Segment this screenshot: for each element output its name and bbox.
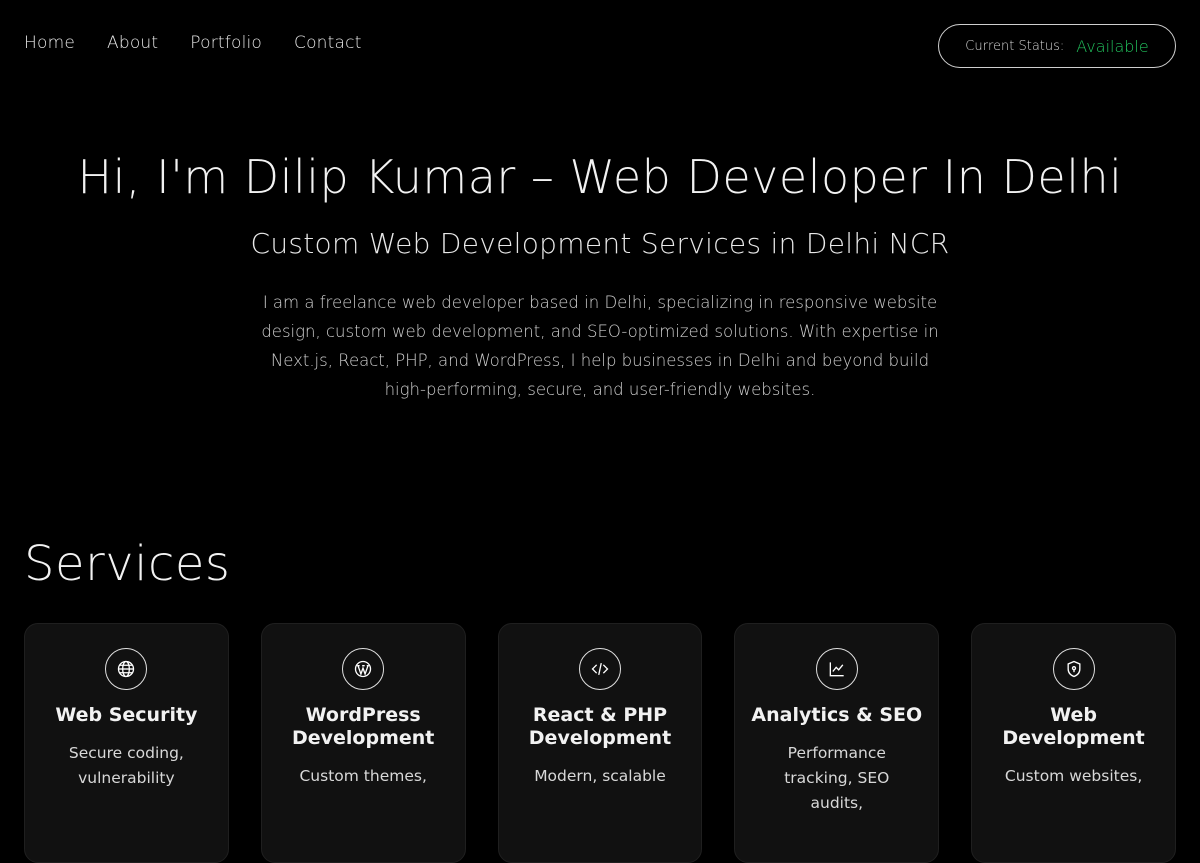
service-card-desc: Custom themes, <box>299 767 427 785</box>
hero-description: I am a freelance web developer based in … <box>261 293 939 400</box>
service-card-title: Web Development <box>1002 704 1145 749</box>
service-card-title: Analytics & SEO <box>751 704 923 726</box>
service-card-wordpress[interactable]: WordPress Development Custom themes, <box>260 623 466 863</box>
top-nav: Home About Portfolio Contact Current Sta… <box>0 0 1200 90</box>
status-label: Current Status: <box>965 38 1065 54</box>
nav-link-contact[interactable]: Contact <box>294 33 362 53</box>
service-card-title: WordPress Development <box>291 704 435 749</box>
status-badge: Current Status: Available <box>938 24 1176 68</box>
service-card-web-security[interactable]: Web Security Secure coding, vulnerabilit… <box>24 623 229 863</box>
chart-icon <box>815 648 858 690</box>
service-card-web-development[interactable]: Web Development Custom websites, <box>971 623 1176 863</box>
service-card-react-php[interactable]: React & PHP Development Modern, scalable <box>497 623 703 863</box>
service-card-desc: Modern, scalable <box>534 767 666 785</box>
service-card-analytics-seo[interactable]: Analytics & SEO Performance tracking, SE… <box>734 623 940 863</box>
service-card-desc: Custom websites, <box>1004 767 1143 785</box>
status-value: Available <box>1076 36 1149 56</box>
hero-section: Hi, I'm Dilip Kumar – Web Developer In D… <box>0 150 1200 404</box>
wordpress-icon <box>342 648 385 690</box>
nav-link-portfolio[interactable]: Portfolio <box>190 33 262 53</box>
hero-subtitle: Custom Web Development Services in Delhi… <box>250 227 950 261</box>
nav-link-home[interactable]: Home <box>24 33 75 53</box>
globe-icon <box>105 648 148 690</box>
service-card-desc: Secure coding, vulnerability <box>68 744 184 787</box>
nav-link-about[interactable]: About <box>107 33 158 53</box>
service-card-title: Web Security <box>55 704 198 726</box>
shield-icon <box>1052 648 1095 690</box>
hero-title: Hi, I'm Dilip Kumar – Web Developer In D… <box>77 150 1123 204</box>
services-heading: Services <box>24 536 231 592</box>
services-cards: Web Security Secure coding, vulnerabilit… <box>24 623 1176 863</box>
nav-links: Home About Portfolio Contact <box>24 33 362 53</box>
service-card-title: React & PHP Development <box>528 704 672 749</box>
service-card-desc: Performance tracking, SEO audits, <box>784 744 890 812</box>
code-icon <box>578 648 621 690</box>
